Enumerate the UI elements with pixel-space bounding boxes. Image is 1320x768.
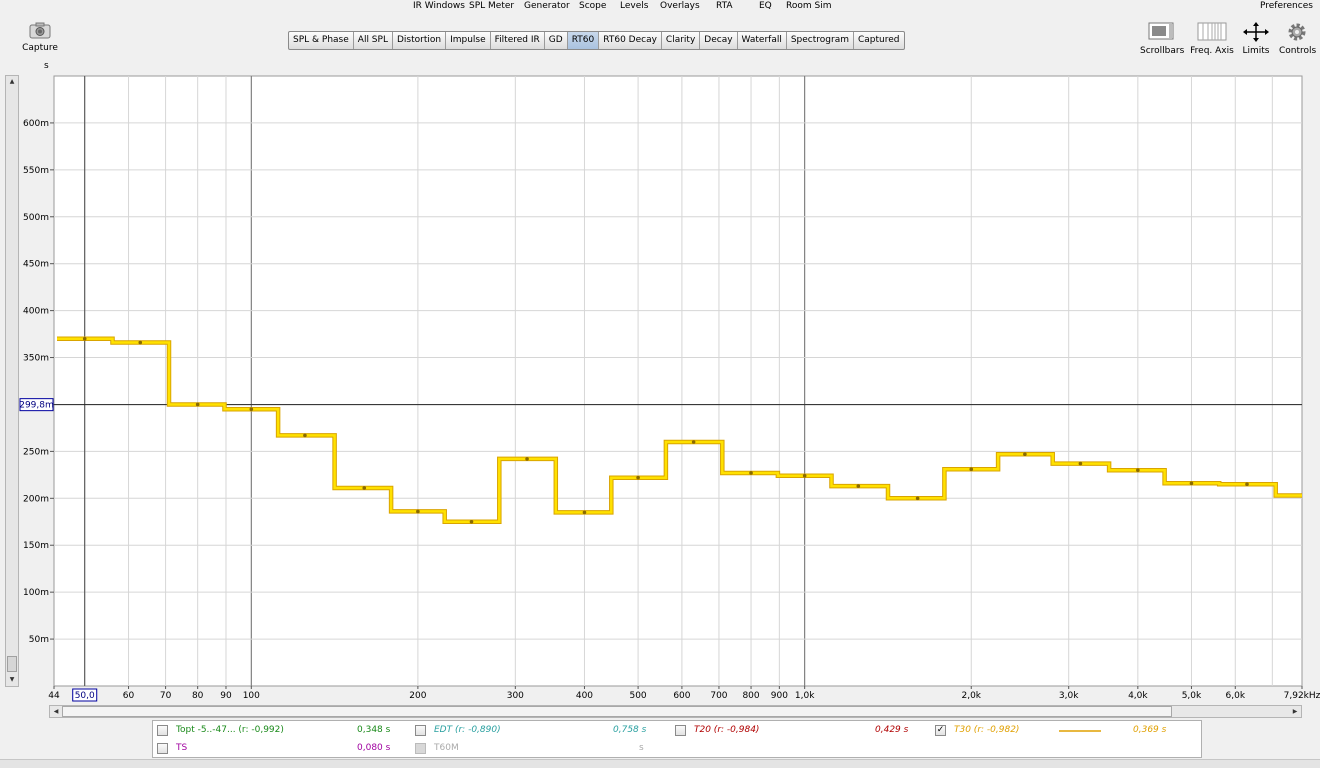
x-tick-label: 5,0k	[1182, 691, 1202, 701]
y-tick-label: 450m	[23, 260, 49, 270]
data-point	[249, 407, 254, 411]
data-point	[1078, 461, 1083, 466]
x-tick-label: 600	[673, 691, 690, 701]
scroll-left-arrow-icon[interactable]: ◀	[50, 706, 62, 717]
y-tick-label: 550m	[23, 166, 49, 176]
plot-area	[53, 75, 1303, 687]
x-tick-label: 100	[243, 691, 260, 701]
x-tick-label: 500	[629, 691, 646, 701]
data-point	[82, 336, 87, 341]
x-tick-label: 300	[507, 691, 524, 701]
legend-item-topt: Topt -5..-47... (r: -0,992) 0,348 s	[157, 723, 397, 739]
y-tick-label: 250m	[23, 447, 49, 457]
x-tick-label: 80	[192, 691, 204, 701]
data-point	[1245, 482, 1249, 487]
legend-value: 0,348 s	[357, 725, 391, 735]
legend-item-ts: TS 0,080 s	[157, 741, 397, 757]
y-tick-label: 100m	[23, 588, 49, 598]
x-tick-label: 6,0k	[1226, 691, 1246, 701]
data-point	[636, 475, 640, 480]
t30-line-swatch	[1059, 730, 1101, 732]
data-point	[362, 486, 367, 490]
y-tick-label: 400m	[23, 307, 49, 317]
legend-checkbox-t30[interactable]: ✓	[935, 725, 946, 736]
legend-checkbox-edt[interactable]	[415, 725, 426, 736]
x-tick-label: 1,0k	[795, 691, 815, 701]
data-point	[915, 496, 920, 501]
legend-checkbox-t60m	[415, 743, 426, 754]
data-point	[691, 440, 696, 444]
cursor-y-readout: 299,8m	[19, 401, 54, 411]
y-tick-label: 200m	[23, 494, 49, 504]
legend-name: T60M	[434, 743, 459, 753]
x-tick-label: 7,92kHz	[1284, 691, 1320, 701]
legend-item-t60m: T60M s	[415, 741, 655, 757]
data-point	[303, 433, 307, 438]
data-point	[195, 402, 200, 407]
data-point	[1136, 468, 1140, 472]
data-point	[469, 519, 474, 524]
x-tick-label: 60	[123, 691, 135, 701]
x-tick-label: 70	[160, 691, 172, 701]
legend-value: 0,429 s	[875, 725, 909, 735]
horizontal-scrollbar[interactable]: ◀ ▶	[49, 705, 1302, 718]
x-tick-label: 3,0k	[1059, 691, 1079, 701]
x-tick-label: 2,0k	[961, 691, 981, 701]
rt60-chart[interactable]: 50m100m150m200m250m300m350m400m450m500m5…	[0, 0, 1320, 705]
x-tick-label: 400	[576, 691, 593, 701]
legend-name: Topt -5..-47... (r: -0,992)	[176, 725, 284, 735]
data-point	[856, 484, 861, 488]
legend-checkbox-ts[interactable]	[157, 743, 168, 754]
y-tick-label: 500m	[23, 213, 49, 223]
data-point	[582, 510, 587, 515]
data-point	[749, 471, 753, 475]
x-tick-label: 90	[220, 691, 232, 701]
x-tick-label: 900	[771, 691, 788, 701]
horizontal-scroll-thumb[interactable]	[62, 706, 1172, 717]
legend-value: 0,080 s	[357, 743, 391, 753]
status-bar	[0, 759, 1320, 768]
data-point	[416, 509, 420, 514]
legend-name: EDT (r: -0,890)	[434, 725, 501, 735]
legend-name: TS	[176, 743, 188, 753]
legend-value: s	[639, 743, 644, 753]
legend-value: 0,758 s	[613, 725, 647, 735]
legend-value: 0,369 s	[1133, 725, 1167, 735]
legend-name: T20 (r: -0,984)	[694, 725, 760, 735]
data-point	[138, 340, 143, 345]
legend-item-t20: T20 (r: -0,984) 0,429 s	[675, 723, 915, 739]
data-point	[525, 457, 529, 461]
x-tick-label: 200	[409, 691, 426, 701]
y-tick-label: 150m	[23, 541, 49, 551]
legend-item-t30: ✓ T30 (r: -0,982) 0,369 s	[935, 723, 1195, 739]
x-tick-label: 4,0k	[1128, 691, 1148, 701]
legend-name: T30 (r: -0,982)	[954, 725, 1020, 735]
x-tick-label: 44	[48, 691, 60, 701]
data-point	[1023, 452, 1027, 457]
legend-panel: Topt -5..-47... (r: -0,992) 0,348 s EDT …	[152, 720, 1202, 758]
data-point	[969, 467, 974, 472]
data-point	[1189, 481, 1194, 486]
x-tick-label: 700	[710, 691, 727, 701]
y-tick-label: 50m	[29, 635, 49, 645]
legend-item-edt: EDT (r: -0,890) 0,758 s	[415, 723, 655, 739]
x-tick-label: 800	[742, 691, 759, 701]
y-tick-label: 600m	[23, 119, 49, 129]
data-point	[802, 473, 807, 478]
scroll-right-arrow-icon[interactable]: ▶	[1289, 706, 1301, 717]
legend-checkbox-topt[interactable]	[157, 725, 168, 736]
cursor-x-readout: 50,0	[75, 691, 95, 701]
legend-checkbox-t20[interactable]	[675, 725, 686, 736]
y-tick-label: 350m	[23, 354, 49, 364]
